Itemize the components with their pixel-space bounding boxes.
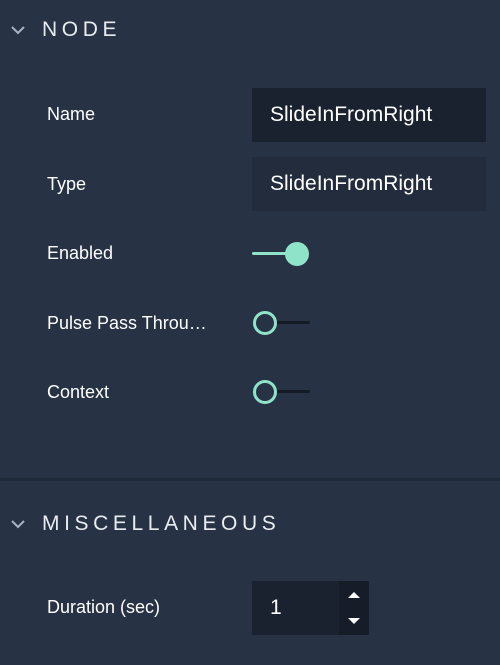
- type-label: Type: [47, 174, 87, 194]
- increment-button[interactable]: [339, 581, 369, 608]
- duration-label: Duration (sec): [47, 597, 161, 617]
- pulse-pass-through-toggle[interactable]: [252, 309, 312, 337]
- toggle-knob: [253, 311, 277, 335]
- chevron-down-icon: [11, 26, 25, 35]
- pulse-pass-through-label: Pulse Pass Throu…: [47, 313, 207, 333]
- chevron-down-icon: [11, 520, 25, 529]
- miscellaneous-section-header[interactable]: MISCELLANEOUS: [0, 504, 500, 544]
- caret-up-icon: [348, 592, 360, 598]
- duration-value[interactable]: 1: [270, 581, 282, 635]
- duration-input[interactable]: 1: [252, 581, 369, 635]
- name-field[interactable]: SlideInFromRight: [252, 88, 486, 142]
- toggle-knob: [285, 242, 309, 266]
- context-label: Context: [47, 382, 110, 402]
- context-toggle[interactable]: [252, 378, 312, 406]
- section-divider: [0, 478, 500, 481]
- name-label: Name: [47, 104, 96, 124]
- node-section-header[interactable]: NODE: [0, 10, 500, 50]
- node-section-title: NODE: [42, 18, 122, 41]
- toggle-knob: [253, 380, 277, 404]
- duration-stepper: [339, 581, 369, 635]
- enabled-toggle[interactable]: [252, 240, 312, 268]
- caret-down-icon: [348, 618, 360, 624]
- miscellaneous-section-title: MISCELLANEOUS: [42, 512, 281, 535]
- decrement-button[interactable]: [339, 608, 369, 635]
- enabled-label: Enabled: [47, 243, 114, 263]
- type-field: SlideInFromRight: [252, 157, 486, 211]
